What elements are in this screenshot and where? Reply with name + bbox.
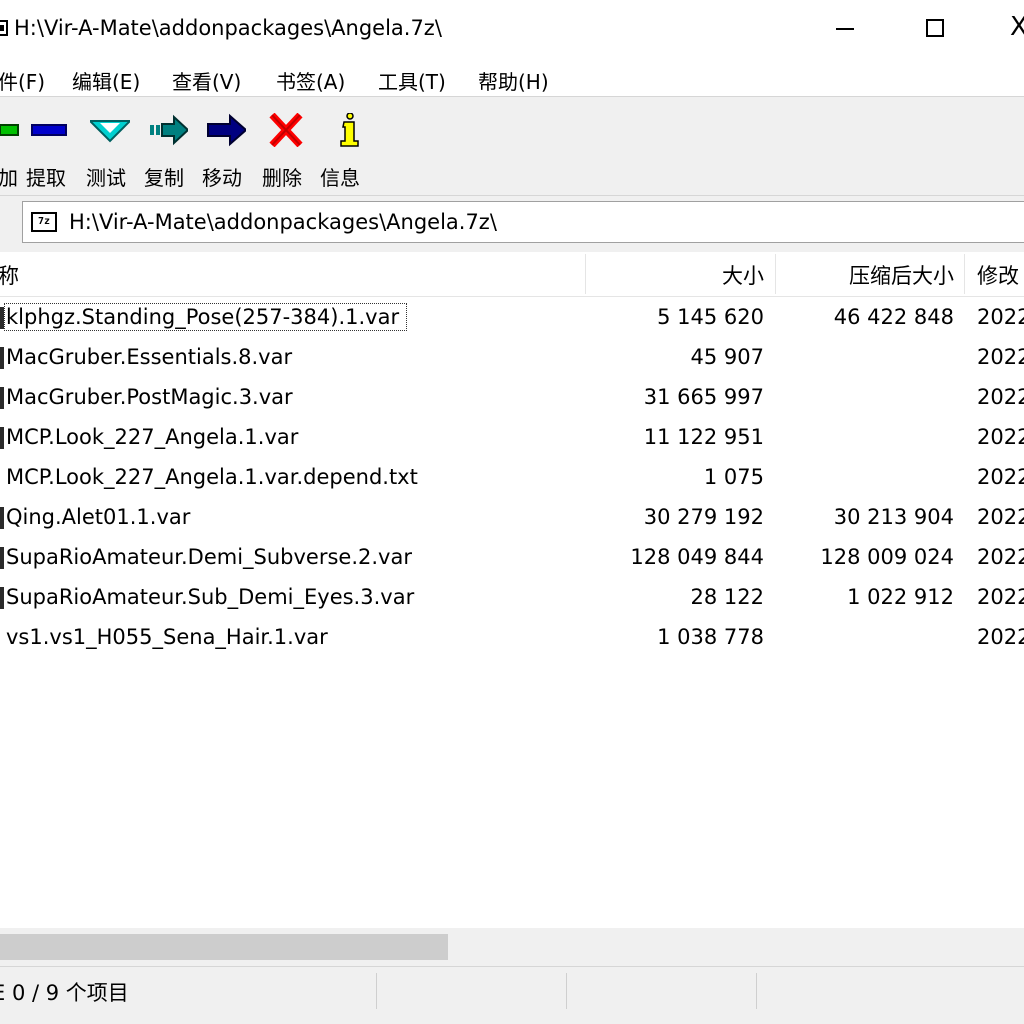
- menu-view[interactable]: 查看(V): [172, 66, 241, 95]
- address-path: H:\Vir-A-Mate\addonpackages\Angela.7z\: [69, 210, 497, 234]
- close-button[interactable]: X: [1010, 14, 1024, 40]
- file-icon: [0, 547, 4, 569]
- file-icon: [0, 587, 4, 609]
- file-icon: [0, 347, 4, 369]
- file-size: 1 075: [703, 465, 764, 489]
- copy-label: 复制: [144, 166, 184, 190]
- list-item[interactable]: Qing.Alet01.1.var 30 279 192 30 213 904 …: [0, 498, 1024, 538]
- file-list[interactable]: klphgz.Standing_Pose(257-384).1.var 5 14…: [0, 298, 1024, 928]
- menu-help[interactable]: 帮助(H): [478, 66, 549, 95]
- maximize-button[interactable]: [926, 19, 944, 37]
- file-modified: 2022: [977, 505, 1024, 529]
- delete-icon: [269, 113, 303, 147]
- scrollbar-thumb[interactable]: [0, 934, 448, 960]
- status-divider: [566, 973, 567, 1009]
- list-item[interactable]: MCP.Look_227_Angela.1.var.depend.txt 1 0…: [0, 458, 1024, 498]
- menu-file[interactable]: 件(F): [0, 66, 45, 95]
- move-button[interactable]: 移动: [198, 107, 254, 191]
- column-divider[interactable]: [775, 254, 776, 294]
- file-icon: [0, 387, 4, 409]
- column-divider[interactable]: [964, 254, 965, 294]
- window-title: H:\Vir-A-Mate\addonpackages\Angela.7z\: [14, 16, 442, 40]
- list-item[interactable]: SupaRioAmateur.Sub_Demi_Eyes.3.var 28 12…: [0, 578, 1024, 618]
- file-modified: 2022: [977, 345, 1024, 369]
- move-icon: [207, 113, 246, 147]
- menu-bookmarks[interactable]: 书签(A): [276, 66, 345, 95]
- column-name[interactable]: 称: [0, 260, 19, 290]
- move-label: 移动: [202, 166, 242, 190]
- file-name: SupaRioAmateur.Demi_Subverse.2.var: [6, 545, 412, 569]
- test-label: 测试: [86, 166, 126, 190]
- file-name: MacGruber.PostMagic.3.var: [6, 385, 293, 409]
- status-divider: [756, 973, 757, 1009]
- file-icon: [0, 427, 4, 449]
- file-size: 45 907: [690, 345, 764, 369]
- info-icon: [340, 113, 359, 147]
- menu-tools[interactable]: 工具(T): [378, 66, 446, 95]
- list-item[interactable]: klphgz.Standing_Pose(257-384).1.var 5 14…: [0, 298, 1024, 338]
- menu-edit[interactable]: 编辑(E): [72, 66, 140, 95]
- delete-label: 删除: [262, 166, 302, 190]
- file-modified: 2022: [977, 425, 1024, 449]
- status-divider: [376, 973, 377, 1009]
- extract-label: 提取: [26, 166, 66, 190]
- test-button[interactable]: 测试: [82, 107, 138, 191]
- list-header: 称 大小 压缩后大小 修改: [0, 252, 1024, 297]
- column-packed-size[interactable]: 压缩后大小: [849, 260, 954, 290]
- file-packed-size: 1 022 912: [847, 585, 954, 609]
- file-modified: 2022: [977, 585, 1024, 609]
- toolbar: 加 提取 测试 复制 移动 删除 信息: [0, 96, 1024, 196]
- file-modified: 2022: [977, 625, 1024, 649]
- file-name: MacGruber.Essentials.8.var: [6, 345, 293, 369]
- archive-7z-icon: 7z: [31, 212, 57, 232]
- list-item[interactable]: MCP.Look_227_Angela.1.var 11 122 951 202…: [0, 418, 1024, 458]
- file-modified: 2022: [977, 465, 1024, 489]
- file-icon: [0, 307, 4, 329]
- info-label: 信息: [320, 166, 360, 190]
- app-icon: [0, 20, 8, 36]
- file-name: MCP.Look_227_Angela.1.var: [6, 425, 299, 449]
- extract-button[interactable]: 提取: [22, 107, 78, 191]
- file-icon: [0, 507, 4, 529]
- file-name: SupaRioAmateur.Sub_Demi_Eyes.3.var: [6, 585, 415, 609]
- info-button[interactable]: 信息: [316, 107, 372, 191]
- file-name: Qing.Alet01.1.var: [6, 505, 191, 529]
- file-size: 11 122 951: [643, 425, 764, 449]
- column-divider[interactable]: [585, 254, 586, 294]
- file-modified: 2022: [977, 385, 1024, 409]
- file-size: 1 038 778: [657, 625, 764, 649]
- file-size: 128 049 844: [630, 545, 764, 569]
- column-size[interactable]: 大小: [722, 260, 764, 290]
- status-bar: E 0 / 9 个项目: [0, 966, 1024, 1024]
- delete-button[interactable]: 删除: [258, 107, 314, 191]
- list-item[interactable]: MacGruber.PostMagic.3.var 31 665 997 202…: [0, 378, 1024, 418]
- extract-icon: [31, 124, 67, 136]
- menu-bar: 件(F) 编辑(E) 查看(V) 书签(A) 工具(T) 帮助(H): [0, 58, 1024, 96]
- file-modified: 2022: [977, 545, 1024, 569]
- file-size: 31 665 997: [643, 385, 764, 409]
- file-size: 30 279 192: [643, 505, 764, 529]
- file-packed-size: 128 009 024: [820, 545, 954, 569]
- file-name: vs1.vs1_H055_Sena_Hair.1.var: [6, 625, 328, 649]
- file-packed-size: 46 422 848: [833, 305, 954, 329]
- copy-icon: [150, 114, 188, 146]
- test-icon: [90, 120, 130, 143]
- file-size: 5 145 620: [657, 305, 764, 329]
- minimize-button[interactable]: [836, 28, 854, 30]
- list-item[interactable]: MacGruber.Essentials.8.var 45 907 2022: [0, 338, 1024, 378]
- address-field[interactable]: 7z H:\Vir-A-Mate\addonpackages\Angela.7z…: [22, 201, 1024, 243]
- file-name: MCP.Look_227_Angela.1.var.depend.txt: [6, 465, 418, 489]
- file-packed-size: 30 213 904: [833, 505, 954, 529]
- file-size: 28 122: [690, 585, 764, 609]
- horizontal-scrollbar[interactable]: [0, 928, 1024, 966]
- title-bar[interactable]: H:\Vir-A-Mate\addonpackages\Angela.7z\ X: [0, 0, 1024, 58]
- list-item[interactable]: vs1.vs1_H055_Sena_Hair.1.var 1 038 778 2…: [0, 618, 1024, 658]
- status-selection-count: E 0 / 9 个项目: [0, 981, 129, 1005]
- file-name: klphgz.Standing_Pose(257-384).1.var: [3, 303, 408, 331]
- column-modified[interactable]: 修改: [977, 260, 1019, 290]
- copy-button[interactable]: 复制: [140, 107, 196, 191]
- list-item[interactable]: SupaRioAmateur.Demi_Subverse.2.var 128 0…: [0, 538, 1024, 578]
- address-bar: 7z H:\Vir-A-Mate\addonpackages\Angela.7z…: [0, 196, 1024, 252]
- file-modified: 2022: [977, 305, 1024, 329]
